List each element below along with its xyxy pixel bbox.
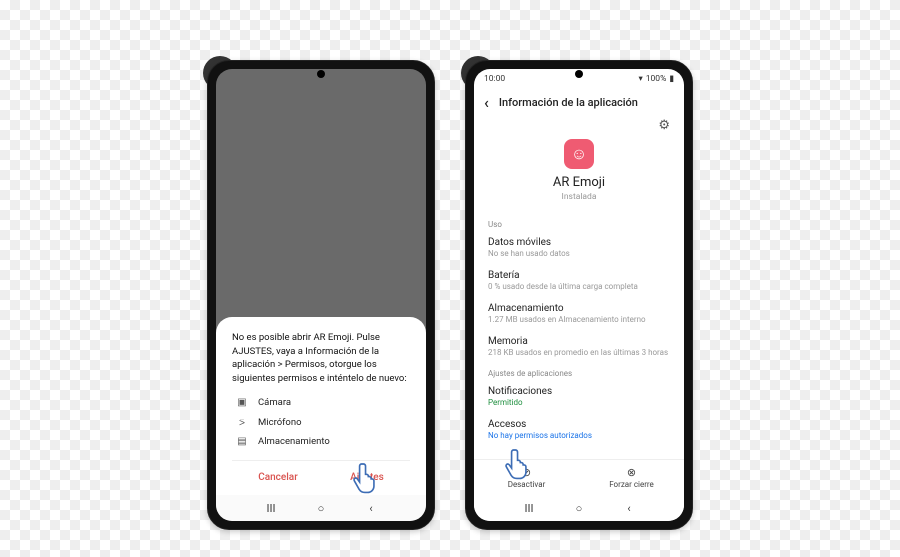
gear-row: ⚙ <box>474 116 684 133</box>
setting-title: Datos móviles <box>488 237 670 248</box>
setting-title: Batería <box>488 270 670 281</box>
screen-5: No es posible abrir AR Emoji. Pulse AJUS… <box>216 69 426 521</box>
setting-memory[interactable]: Memoria 218 KB usados en promedio en las… <box>474 330 684 363</box>
nav-home-icon[interactable]: ○ <box>314 501 328 515</box>
force-stop-icon: ⊗ <box>627 466 636 479</box>
perm-row-camera: ▣ Cámara <box>236 396 410 411</box>
setting-sub: No hay permisos autorizados <box>488 431 670 440</box>
setting-storage[interactable]: Almacenamiento 1.27 MB usados en Almacen… <box>474 297 684 330</box>
perm-row-storage: ▤ Almacenamiento <box>236 435 410 450</box>
step-6-wrap: 6 10:00 ▾ 100% ▮ ‹ Información de la apl… <box>465 60 693 530</box>
folder-icon: ▤ <box>236 435 248 450</box>
setting-sub: Permitido <box>488 398 670 407</box>
dialog-button-row: Cancelar Ajustes <box>232 460 410 492</box>
app-name: AR Emoji <box>553 175 605 190</box>
gear-icon[interactable]: ⚙ <box>658 118 670 133</box>
setting-sub: 0 % usado desde la última carga completa <box>488 282 670 291</box>
nav-home-icon[interactable]: ○ <box>572 501 586 515</box>
phone-frame-6: 10:00 ▾ 100% ▮ ‹ Información de la aplic… <box>465 60 693 530</box>
setting-notifications[interactable]: Notificaciones Permitido <box>474 380 684 413</box>
wifi-icon: ▾ <box>638 74 642 84</box>
force-stop-button[interactable]: ⊗ Forzar cierre <box>579 460 684 495</box>
camera-icon: ▣ <box>236 396 248 411</box>
header-title: Información de la aplicación <box>499 96 638 109</box>
settings-button[interactable]: Ajustes <box>350 471 384 486</box>
setting-access[interactable]: Accesos No hay permisos autorizados <box>474 413 684 446</box>
step-5-wrap: 5 No es posible abrir AR Emoji. Pulse AJ… <box>207 60 435 530</box>
nav-back-icon[interactable]: ‹ <box>364 501 378 515</box>
battery-text: 100% <box>646 74 667 84</box>
camera-hole-icon <box>317 70 325 78</box>
setting-title: Notificaciones <box>488 386 670 397</box>
setting-mobile-data[interactable]: Datos móviles No se han usado datos <box>474 231 684 264</box>
dimmed-background <box>216 69 426 317</box>
perm-row-mic: ⍩ Micrófono <box>236 416 410 431</box>
camera-hole-icon <box>575 70 583 78</box>
permission-dialog: No es posible abrir AR Emoji. Pulse AJUS… <box>216 317 426 495</box>
setting-title: Accesos <box>488 419 670 430</box>
battery-icon: ▮ <box>669 74 674 84</box>
nav-recent-icon[interactable]: III <box>264 501 278 515</box>
status-time: 10:00 <box>484 74 505 84</box>
setting-title: Almacenamiento <box>488 303 670 314</box>
nav-back-icon[interactable]: ‹ <box>622 501 636 515</box>
ar-emoji-app-icon: ☺ <box>564 139 594 169</box>
android-nav-bar: III ○ ‹ <box>216 495 426 521</box>
perm-label: Cámara <box>258 396 291 410</box>
dialog-message: No es posible abrir AR Emoji. Pulse AJUS… <box>232 331 410 386</box>
status-right: ▾ 100% ▮ <box>638 74 674 84</box>
back-arrow-icon[interactable]: ‹ <box>484 93 489 112</box>
disable-button[interactable]: ⊘ Desactivar <box>474 460 579 495</box>
bottom-actions: ⊘ Desactivar ⊗ Forzar cierre <box>474 459 684 495</box>
setting-sub: No se han usado datos <box>488 249 670 258</box>
app-state: Instalada <box>562 192 597 202</box>
screen-6: 10:00 ▾ 100% ▮ ‹ Información de la aplic… <box>474 69 684 521</box>
disable-icon: ⊘ <box>522 466 531 479</box>
cancel-button[interactable]: Cancelar <box>258 471 298 486</box>
setting-sub: 1.27 MB usados en Almacenamiento interno <box>488 315 670 324</box>
perm-label: Almacenamiento <box>258 435 330 449</box>
app-hero: ☺ AR Emoji Instalada <box>474 133 684 214</box>
android-nav-bar: III ○ ‹ <box>474 495 684 521</box>
section-app-settings: Ajustes de aplicaciones <box>474 363 684 380</box>
section-usage: Uso <box>474 214 684 231</box>
microphone-icon: ⍩ <box>236 416 248 431</box>
setting-battery[interactable]: Batería 0 % usado desde la última carga … <box>474 264 684 297</box>
force-stop-label: Forzar cierre <box>609 480 654 489</box>
disable-label: Desactivar <box>508 480 546 489</box>
app-info-header: ‹ Información de la aplicación <box>474 89 684 116</box>
setting-title: Memoria <box>488 336 670 347</box>
phone-frame-5: No es posible abrir AR Emoji. Pulse AJUS… <box>207 60 435 530</box>
nav-recent-icon[interactable]: III <box>522 501 536 515</box>
perm-label: Micrófono <box>258 416 302 430</box>
setting-sub: 218 KB usados en promedio en las últimas… <box>488 348 670 357</box>
